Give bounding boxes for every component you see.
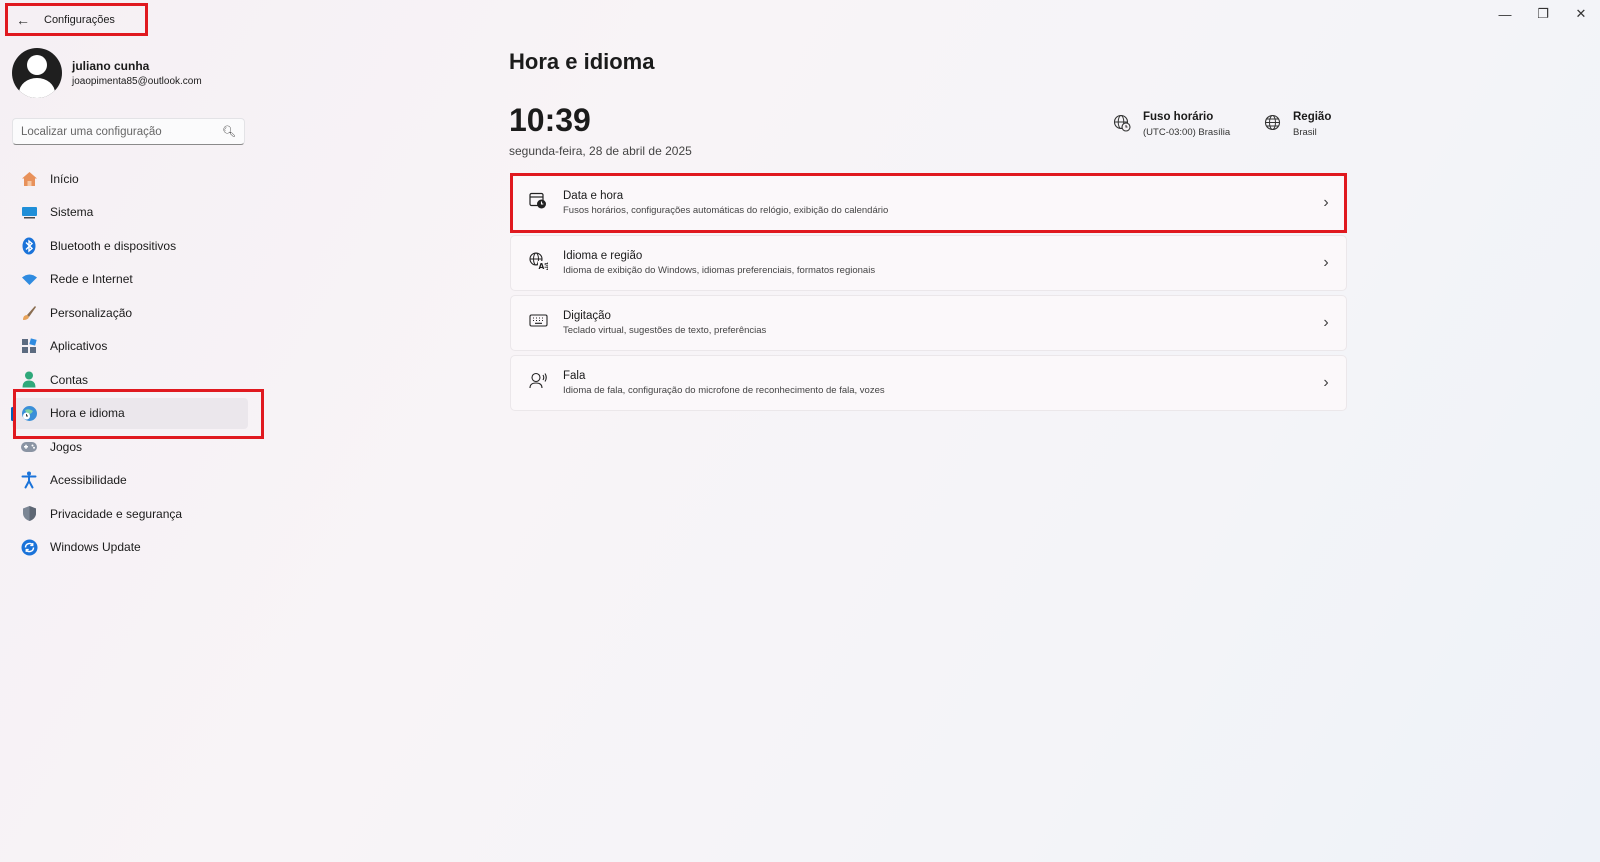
globe-clock-icon	[20, 404, 38, 422]
sidebar-item-sistema[interactable]: Sistema	[12, 197, 248, 228]
chevron-right-icon: ›	[1323, 374, 1329, 391]
wifi-icon	[20, 270, 38, 288]
region-label: Região	[1293, 111, 1332, 123]
sidebar-item-label: Aplicativos	[50, 339, 108, 353]
monitor-icon	[20, 203, 38, 221]
close-button[interactable]: ✕	[1562, 0, 1600, 28]
sidebar-item-jogos[interactable]: Jogos	[12, 431, 248, 462]
sidebar-item-label: Contas	[50, 372, 89, 387]
sidebar-nav: Início Sistema Bluetooth e dispositivos …	[11, 163, 248, 565]
keyboard-icon	[527, 314, 549, 332]
timezone-value: (UTC-03:00) Brasília	[1143, 127, 1231, 138]
page-title: Hora e idioma	[509, 49, 655, 74]
restore-button[interactable]: ❐	[1524, 0, 1562, 28]
sidebar-item-label: Bluetooth e dispositivos	[50, 238, 177, 253]
card-title: Digitação	[563, 310, 611, 322]
shield-icon	[20, 505, 38, 523]
sidebar-item-label: Personalização	[50, 305, 133, 320]
sidebar-item-rede[interactable]: Rede e Internet	[12, 264, 248, 295]
card-description: Idioma de fala, configuração do microfon…	[563, 385, 885, 396]
settings-cards: Data e hora Fusos horários, configuraçõe…	[510, 175, 1347, 415]
sidebar-item-label: Privacidade e segurança	[50, 506, 183, 521]
update-icon	[20, 538, 38, 556]
region-info[interactable]: Região Brasil	[1264, 111, 1331, 138]
back-button[interactable]: ← Configurações	[5, 3, 148, 36]
card-description: Idioma de exibição do Windows, idiomas p…	[563, 265, 876, 276]
brush-icon	[20, 304, 38, 322]
search-box: 🔍︎	[12, 118, 245, 145]
current-time: 10:39	[509, 102, 591, 138]
bluetooth-icon	[20, 237, 38, 255]
card-description: Teclado virtual, sugestões de texto, pre…	[563, 325, 767, 336]
card-description: Fusos horários, configurações automática…	[563, 205, 889, 216]
minimize-icon: —	[1498, 6, 1512, 22]
title-bar: ← Configurações — ❐ ✕	[0, 0, 1600, 40]
profile-email: joaopimenta85@outlook.com	[72, 76, 202, 87]
globe-icon	[1264, 114, 1281, 136]
sidebar-item-bluetooth[interactable]: Bluetooth e dispositivos	[12, 230, 248, 261]
sidebar-item-label: Windows Update	[50, 540, 141, 554]
person-icon	[20, 371, 38, 389]
gamepad-icon	[20, 438, 38, 456]
card-idioma-regiao[interactable]: A字 Idioma e região Idioma de exibição do…	[510, 235, 1347, 291]
sidebar-item-contas[interactable]: Contas	[12, 364, 248, 395]
sidebar-item-windows-update[interactable]: Windows Update	[12, 532, 248, 563]
svg-text:A字: A字	[538, 261, 548, 270]
sidebar-item-label: Rede e Internet	[50, 272, 133, 286]
sidebar-item-personalizacao[interactable]: Personalização	[12, 297, 248, 328]
avatar	[12, 48, 62, 98]
calendar-clock-icon	[527, 192, 549, 214]
timezone-info[interactable]: Fuso horário (UTC-03:00) Brasília	[1113, 111, 1230, 138]
search-input[interactable]	[21, 125, 223, 138]
window-controls: — ❐ ✕	[1486, 0, 1600, 28]
search-icon[interactable]: 🔍︎	[222, 125, 236, 138]
sidebar-item-label: Jogos	[50, 439, 83, 454]
speech-icon	[527, 372, 549, 394]
sidebar-item-aplicativos[interactable]: Aplicativos	[12, 331, 248, 362]
sidebar-item-acessibilidade[interactable]: Acessibilidade	[12, 465, 248, 496]
card-digitacao[interactable]: Digitação Teclado virtual, sugestões de …	[510, 295, 1347, 351]
card-fala[interactable]: Fala Idioma de fala, configuração do mic…	[510, 355, 1347, 411]
language-icon: A字	[527, 251, 552, 275]
globe-clock-icon	[1113, 114, 1131, 137]
timezone-label: Fuso horário	[1143, 111, 1214, 123]
sidebar-item-label: Acessibilidade	[50, 473, 127, 487]
user-profile[interactable]: juliano cunha joaopimenta85@outlook.com	[12, 48, 202, 98]
sidebar-item-label: Sistema	[50, 205, 94, 219]
chevron-right-icon: ›	[1323, 194, 1329, 211]
sidebar-item-hora-idioma[interactable]: Hora e idioma	[11, 397, 248, 429]
region-value: Brasil	[1293, 127, 1317, 138]
chevron-right-icon: ›	[1323, 254, 1329, 271]
sidebar-item-label: Início	[50, 171, 79, 186]
profile-name: juliano cunha	[72, 59, 150, 73]
sidebar-item-privacidade[interactable]: Privacidade e segurança	[12, 498, 248, 529]
app-title: Configurações	[44, 13, 115, 26]
home-icon	[20, 170, 38, 188]
card-title: Fala	[563, 370, 586, 382]
close-icon: ✕	[1575, 6, 1587, 21]
minimize-button[interactable]: —	[1486, 0, 1524, 28]
restore-icon: ❐	[1537, 6, 1549, 21]
sidebar-item-inicio[interactable]: Início	[12, 163, 248, 194]
card-title: Idioma e região	[563, 250, 643, 262]
accessibility-icon	[20, 471, 38, 489]
back-arrow-icon[interactable]: ←	[16, 13, 30, 27]
chevron-right-icon: ›	[1323, 314, 1329, 331]
current-date: segunda-feira, 28 de abril de 2025	[509, 144, 692, 158]
apps-icon	[20, 337, 38, 355]
card-data-hora[interactable]: Data e hora Fusos horários, configuraçõe…	[510, 175, 1347, 231]
sidebar-item-label: Hora e idioma	[50, 406, 125, 420]
card-title: Data e hora	[563, 190, 624, 202]
